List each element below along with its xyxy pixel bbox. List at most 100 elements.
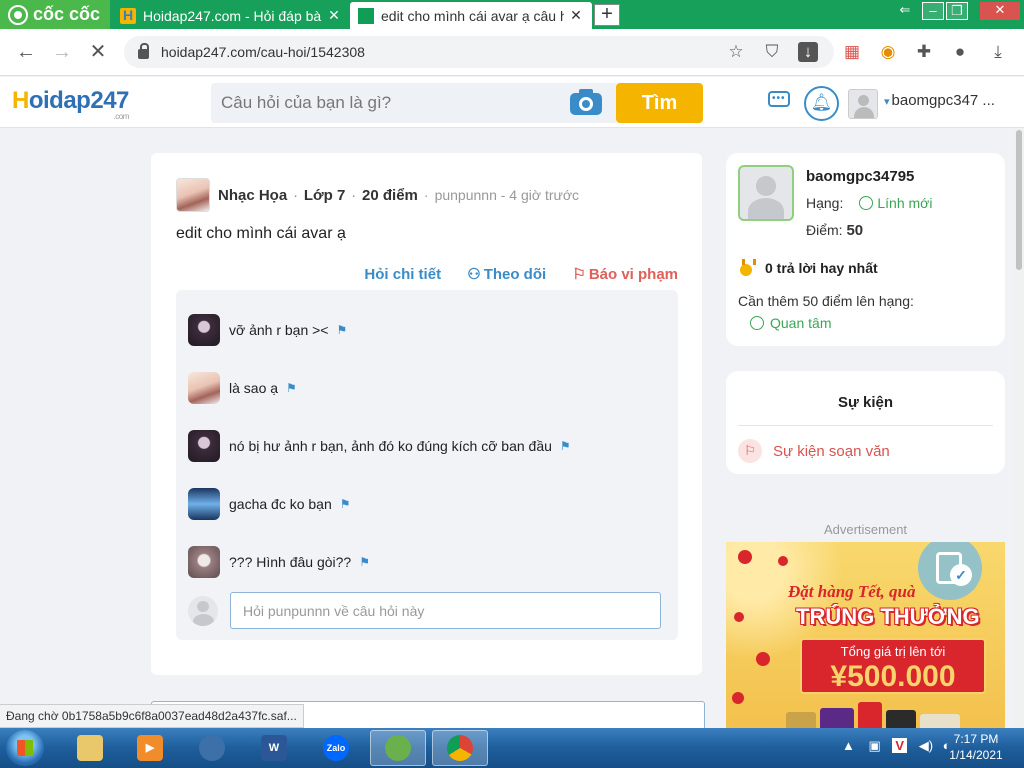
close-window-icon[interactable]: ✕ — [980, 2, 1020, 20]
calendar-icon[interactable]: ▦ — [842, 42, 862, 62]
report-flag-icon[interactable]: ⚑ — [560, 439, 571, 453]
page-scrollbar[interactable] — [1014, 128, 1024, 728]
avatar[interactable] — [848, 89, 878, 119]
commenter-avatar[interactable] — [188, 430, 220, 462]
follow-icon: ⚇ — [467, 266, 481, 283]
rank-icon — [859, 196, 874, 210]
bookmark-star-icon[interactable]: ☆ — [726, 42, 746, 62]
commenter-avatar[interactable] — [188, 314, 220, 346]
downloads-icon[interactable]: ⤓ — [988, 42, 1008, 62]
user-menu-label: baomgpc347 ... — [891, 92, 995, 109]
scrollbar-thumb[interactable] — [1016, 130, 1022, 270]
search-button[interactable]: Tìm — [616, 83, 703, 123]
author-name[interactable]: Nhạc Họa — [218, 187, 287, 204]
start-button[interactable] — [6, 730, 44, 766]
ad-amount: ¥500.000 — [830, 660, 956, 693]
taskbar-coccoc[interactable] — [370, 730, 426, 766]
stop-icon[interactable]: ✕ — [86, 41, 110, 65]
ask-detail-link[interactable]: Hỏi chi tiết — [364, 266, 441, 283]
profile-avatar[interactable] — [738, 165, 794, 221]
chat-icon[interactable]: ••• — [768, 91, 794, 113]
ad-prize-box: Tổng giá trị lên tới ¥500.000 — [800, 638, 986, 694]
user-menu[interactable]: ▾ baomgpc347 ... — [884, 92, 995, 109]
profile-points: Điểm: 50 — [806, 222, 864, 239]
comment-text: nó bị hư ảnh r bạn, ảnh đó ko đúng kích … — [229, 438, 552, 454]
puzzle-icon[interactable]: ✚ — [914, 42, 934, 62]
coccoc-icon — [385, 735, 411, 761]
coccoc-brand[interactable]: cốc cốc — [0, 0, 110, 29]
medal-icon — [738, 259, 756, 277]
commenter-avatar[interactable] — [188, 546, 220, 578]
extension-chrome-icon[interactable]: ◉ — [878, 42, 898, 62]
windows-taskbar: ▶ W Zalo ▲ ▣ V ◀) ◐ 7:17 PM 1/14/2021 — [0, 728, 1024, 768]
brand-label: cốc cốc — [33, 4, 101, 24]
download-icon[interactable]: ↓ — [798, 42, 818, 62]
network-icon[interactable]: ▣ — [869, 738, 881, 753]
points-needed: Cần thêm 50 điểm lên hạng: — [738, 293, 914, 309]
minimize-icon[interactable]: – — [922, 2, 944, 20]
forward-icon[interactable]: → — [50, 41, 74, 65]
system-clock[interactable]: 7:17 PM 1/14/2021 — [944, 731, 1008, 763]
comment-text: gacha đc ko bạn — [229, 496, 332, 512]
ad-banner[interactable]: Đặt hàng Tết, quà TRÚNG THƯỞNG Tổng giá … — [726, 542, 1005, 730]
maximize-icon[interactable]: ❐ — [946, 2, 968, 20]
camera-icon[interactable] — [570, 89, 602, 115]
follow-link[interactable]: ⚇ Theo dõi — [467, 266, 546, 283]
back-icon[interactable]: ← — [14, 41, 38, 65]
report-flag-icon[interactable]: ⚑ — [340, 497, 351, 511]
author-grade: Lớp 7 — [303, 186, 346, 204]
tab-hoidap247[interactable]: Hoidap247.com - Hỏi đáp bài ✕ — [112, 2, 350, 29]
vietkey-icon[interactable]: V — [892, 738, 908, 753]
tab-close-icon[interactable]: ✕ — [326, 7, 342, 24]
reply-input[interactable] — [230, 592, 661, 629]
show-hidden-icon[interactable]: ▲ — [842, 738, 855, 753]
divider — [738, 425, 993, 426]
author-avatar[interactable] — [176, 178, 210, 212]
tab-question-active[interactable]: edit cho mình cái avar ạ câu h ✕ — [350, 2, 592, 29]
tab-close-icon[interactable]: ✕ — [568, 7, 584, 24]
taskbar-word[interactable]: W — [246, 730, 302, 766]
taskbar-explorer[interactable] — [62, 730, 118, 766]
folder-icon — [77, 735, 103, 761]
site-header: Hoidap247 .com Câu hỏi của bạn là gì? Tì… — [0, 77, 1024, 128]
question-card: Nhạc Họa · Lớp 7 · 20 điểm · punpunnn - … — [151, 153, 702, 675]
report-link[interactable]: ⚐ Báo vi phạm — [572, 266, 678, 283]
profile-username[interactable]: baomgpc34795 — [806, 168, 914, 185]
address-bar: ← → ✕ hoidap247.com/cau-hoi/1542308 ☆ ⛉ … — [0, 29, 1024, 76]
tab-search-icon[interactable]: ⇐ — [894, 2, 916, 20]
search-placeholder: Câu hỏi của bạn là gì? — [221, 93, 392, 112]
event-link[interactable]: ⚐ Sự kiện soạn văn — [738, 439, 890, 463]
report-flag-icon[interactable]: ⚑ — [359, 555, 370, 569]
volume-icon[interactable]: ◀) — [919, 738, 933, 753]
bell-icon[interactable]: 🔔︎ — [804, 86, 839, 121]
new-tab-button[interactable]: + — [594, 4, 620, 26]
question-actions: Hỏi chi tiết ⚇ Theo dõi ⚐ Báo vi phạm — [151, 265, 678, 283]
shield-icon[interactable]: ⛉ — [762, 42, 782, 62]
follow-icon — [750, 316, 764, 330]
hoidap-favicon-icon — [120, 7, 136, 24]
site-logo[interactable]: Hoidap247 .com — [12, 87, 129, 121]
lock-icon — [138, 43, 149, 59]
tab-title: edit cho mình cái avar ạ câu h — [381, 7, 564, 24]
search-input[interactable]: Câu hỏi của bạn là gì? — [211, 83, 616, 123]
follow-button[interactable]: Quan tâm — [750, 315, 831, 331]
report-flag-icon[interactable]: ⚑ — [286, 381, 297, 395]
ad-headline: Đặt hàng Tết, quà — [788, 582, 916, 601]
url-text: hoidap247.com/cau-hoi/1542308 — [161, 44, 365, 60]
taskbar-zalo[interactable]: Zalo — [308, 730, 364, 766]
taskbar-chrome[interactable] — [432, 730, 488, 766]
profile-icon[interactable]: ● — [950, 42, 970, 62]
my-avatar — [188, 595, 218, 626]
commenter-avatar[interactable] — [188, 372, 220, 404]
list-item: là sao ạ ⚑ — [188, 372, 297, 404]
system-tray: ▲ ▣ V ◀) ◐ — [842, 738, 951, 754]
coccoc-logo-icon — [8, 4, 28, 25]
events-card: Sự kiện ⚐ Sự kiện soạn văn — [726, 371, 1005, 474]
report-flag-icon[interactable]: ⚑ — [336, 323, 347, 337]
taskbar-media-center[interactable] — [184, 730, 240, 766]
list-item: vỡ ảnh r bạn >< ⚑ — [188, 314, 347, 346]
commenter-avatar[interactable] — [188, 488, 220, 520]
taskbar-media-player[interactable]: ▶ — [122, 730, 178, 766]
browser-tab-bar: cốc cốc Hoidap247.com - Hỏi đáp bài ✕ ed… — [0, 0, 1024, 29]
comment-text: ??? Hình đâu gòi?? — [229, 554, 352, 570]
